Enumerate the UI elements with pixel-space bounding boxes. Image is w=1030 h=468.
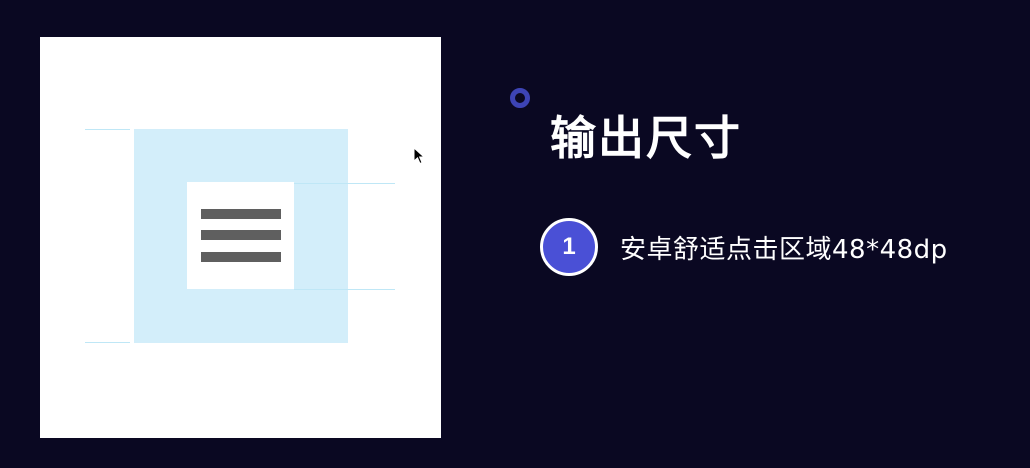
hamburger-menu-icon bbox=[187, 182, 294, 289]
slide-title: 输出尺寸 bbox=[550, 111, 742, 165]
menu-bar-2 bbox=[201, 230, 281, 240]
number-badge: 1 bbox=[540, 218, 598, 276]
badge-number: 1 bbox=[562, 233, 576, 260]
guide-line-bottom-left bbox=[85, 342, 130, 343]
menu-bar-1 bbox=[201, 209, 281, 219]
list-item-text: 安卓舒适点击区域48*48dp bbox=[620, 234, 948, 265]
slide: 输出尺寸 1 安卓舒适点击区域48*48dp bbox=[0, 0, 1030, 468]
list-item: 1 安卓舒适点击区域48*48dp bbox=[540, 218, 948, 276]
guide-line-top-right bbox=[294, 183, 395, 184]
decorative-ring-icon bbox=[510, 88, 530, 108]
illustration-canvas bbox=[40, 37, 441, 438]
menu-bar-3 bbox=[201, 252, 281, 262]
guide-line-bottom-right bbox=[294, 289, 395, 290]
guide-line-top-left bbox=[85, 129, 130, 130]
mouse-cursor-icon bbox=[413, 147, 426, 165]
